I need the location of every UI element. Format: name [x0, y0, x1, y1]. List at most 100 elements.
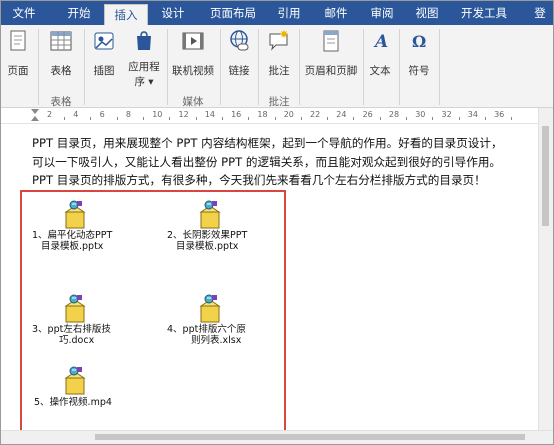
- package-icon: [199, 294, 221, 323]
- tab-developer[interactable]: 开发工具: [453, 1, 515, 25]
- ruler-number: 6: [99, 110, 105, 119]
- package-icon: [64, 294, 86, 323]
- video-icon: [181, 29, 205, 53]
- vertical-scroll-thumb[interactable]: [542, 126, 549, 226]
- ribbon-separator: [38, 29, 39, 105]
- tab-login[interactable]: 登: [527, 1, 553, 25]
- omega-icon: Ω: [407, 29, 431, 53]
- paragraph-line: PPT 目录页，用来展现整个 PPT 内容结构框架，起到一个导航的作用。好看的目…: [32, 136, 503, 150]
- tab-file[interactable]: 文件: [1, 1, 47, 25]
- object-label-line1: 2、长阴影效果PPT: [167, 230, 248, 241]
- paragraph-line: PPT 目录页的排版方式，有很多种，今天我们先来看看几个左右分栏排版方式的目录页…: [32, 173, 486, 187]
- ribbon-separator: [258, 29, 259, 105]
- ribbon-separator: [167, 29, 168, 105]
- apps-button[interactable]: 应用程 序 ▾: [124, 29, 164, 95]
- ruler-number: 32: [441, 110, 452, 119]
- comment-label: 批注: [268, 65, 290, 77]
- group-label-media: 媒体: [182, 96, 204, 108]
- document-page[interactable]: PPT 目录页，用来展现整个 PPT 内容结构框架，起到一个导航的作用。好看的目…: [1, 124, 539, 443]
- ruler-number: 14: [204, 110, 215, 119]
- object-label-line1: 5、操作视频.mp4: [34, 397, 112, 408]
- ribbon-insert: 页面 表格 表格 插图 应用程 序 ▾ 联机视频 媒体 链接 批注 批注 页眉和…: [1, 25, 553, 108]
- svg-text:Ω: Ω: [412, 32, 426, 51]
- tab-insert[interactable]: 插入: [104, 4, 148, 26]
- ruler-number: 36: [494, 110, 505, 119]
- apps-label-2: 序 ▾: [134, 76, 154, 88]
- symbols-label: 符号: [408, 65, 430, 77]
- ruler-tick: [274, 117, 276, 120]
- pages-button[interactable]: 页面: [3, 29, 33, 95]
- tab-references[interactable]: 引用: [269, 1, 309, 25]
- object-label-line2: 目录模板.pptx: [176, 241, 239, 252]
- ribbon-separator: [363, 29, 364, 105]
- table-label: 表格: [50, 65, 72, 77]
- ruler-number: 22: [310, 110, 321, 119]
- ruler-number: 8: [125, 110, 131, 119]
- horizontal-scroll-thumb[interactable]: [95, 434, 525, 440]
- links-button[interactable]: 链接: [223, 29, 255, 95]
- table-button[interactable]: 表格: [43, 29, 79, 95]
- ruler-number: 2: [47, 110, 53, 119]
- ribbon-separator: [84, 29, 85, 105]
- ribbon-tab-bar: 文件 开始 插入 设计 页面布局 引用 邮件 审阅 视图 开发工具 登: [1, 1, 553, 26]
- ruler-tick: [327, 117, 329, 120]
- header-footer-icon: [319, 29, 343, 53]
- ruler-tick: [169, 117, 171, 120]
- package-icon: [199, 200, 221, 229]
- object-label-line2: 目录模板.pptx: [41, 241, 104, 252]
- ruler-tick: [248, 117, 250, 120]
- ruler-number: 30: [415, 110, 426, 119]
- horizontal-ruler[interactable]: 2 4 6 8 10 12 14 16 18 20 22 24 26 28 30 32 34 36: [1, 108, 553, 124]
- tab-review[interactable]: 审阅: [362, 1, 402, 25]
- ruler-tick: [484, 117, 486, 120]
- intro-paragraph: PPT 目录页，用来展现整个 PPT 内容结构框架，起到一个导航的作用。好看的目…: [32, 134, 532, 190]
- tab-mailings[interactable]: 邮件: [314, 1, 358, 25]
- online-video-button[interactable]: 联机视频: [169, 29, 217, 95]
- tab-home[interactable]: 开始: [57, 1, 101, 25]
- ruler-tick: [143, 117, 145, 120]
- ruler-tick: [432, 117, 434, 120]
- illustrations-label: 插图: [93, 65, 115, 77]
- object-label-line1: 3、ppt左右排版技: [32, 324, 111, 335]
- ruler-tick: [90, 117, 92, 120]
- header-footer-label: 页眉和页脚: [304, 65, 358, 77]
- header-footer-button[interactable]: 页眉和页脚: [301, 29, 361, 95]
- pages-label: 页面: [7, 65, 29, 77]
- ruler-tick: [379, 117, 381, 120]
- ruler-tick: [195, 117, 197, 120]
- illustrations-icon: [92, 29, 116, 53]
- symbols-button[interactable]: Ω 符号: [403, 29, 435, 95]
- ruler-number: 34: [467, 110, 478, 119]
- indent-marker-icon[interactable]: [30, 109, 40, 122]
- horizontal-scrollbar[interactable]: [1, 430, 553, 444]
- ruler-tick: [116, 117, 118, 120]
- comment-button[interactable]: 批注: [262, 29, 296, 95]
- tab-page-layout[interactable]: 页面布局: [200, 1, 266, 25]
- package-icon: [64, 200, 86, 229]
- ruler-number: 4: [73, 110, 79, 119]
- object-label-line1: 4、ppt排版六个原: [167, 324, 246, 335]
- ruler-tick: [300, 117, 302, 120]
- tab-design[interactable]: 设计: [151, 1, 195, 25]
- ribbon-separator: [399, 29, 400, 105]
- links-label: 链接: [228, 65, 250, 77]
- illustrations-button[interactable]: 插图: [87, 29, 121, 95]
- table-icon: [49, 29, 73, 53]
- new-comment-icon: [267, 29, 291, 53]
- word-window: 文件 开始 插入 设计 页面布局 引用 邮件 审阅 视图 开发工具 登 页面 表…: [0, 0, 554, 445]
- object-label-line2: 则列表.xlsx: [191, 335, 242, 346]
- package-icon: [64, 366, 86, 395]
- tab-view[interactable]: 视图: [407, 1, 447, 25]
- ruler-tick: [458, 117, 460, 120]
- group-label-comments: 批注: [268, 96, 290, 108]
- vertical-scrollbar[interactable]: [538, 108, 553, 431]
- ruler-number: 28: [388, 110, 400, 119]
- ruler-tick: [221, 117, 223, 120]
- object-label-line2: 巧.docx: [59, 335, 95, 346]
- ruler-tick: [406, 117, 408, 120]
- store-icon: [132, 29, 156, 53]
- ruler-number: 26: [362, 110, 373, 119]
- ruler-number: 24: [336, 110, 347, 119]
- text-button[interactable]: A 文本: [365, 29, 395, 95]
- ruler-number: 18: [257, 110, 268, 119]
